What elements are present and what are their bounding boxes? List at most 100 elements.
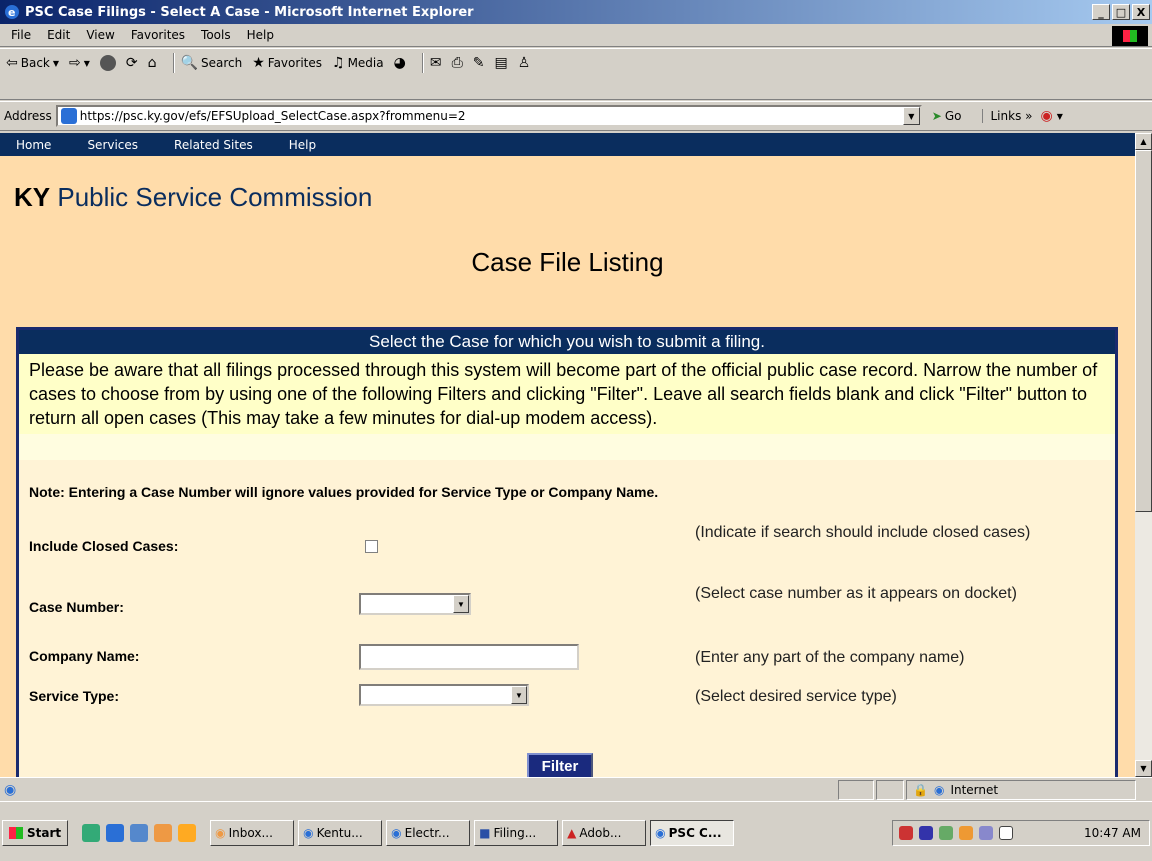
explorer-icon[interactable] bbox=[130, 824, 149, 842]
vertical-scrollbar[interactable]: ▲ ▼ bbox=[1135, 133, 1152, 777]
menu-tools[interactable]: Tools bbox=[194, 28, 240, 42]
windows-flag-icon bbox=[9, 827, 23, 839]
company-name-input[interactable] bbox=[359, 644, 579, 670]
scroll-up-button[interactable]: ▲ bbox=[1135, 133, 1152, 150]
zone-label: Internet bbox=[950, 783, 999, 797]
chevron-down-icon: ▼ bbox=[453, 595, 469, 613]
print-icon: ⎙ bbox=[451, 55, 463, 71]
system-tray: 10:47 AM bbox=[892, 820, 1150, 846]
forward-button[interactable]: ⇨ ▼ bbox=[69, 55, 90, 71]
scroll-down-button[interactable]: ▼ bbox=[1135, 760, 1152, 777]
include-closed-hint: (Indicate if search should include close… bbox=[695, 524, 1031, 541]
favorites-button[interactable]: ★ Favorites bbox=[252, 55, 322, 71]
task-filing[interactable]: ■ Filing... bbox=[474, 820, 559, 846]
window-title: PSC Case Filings - Select A Case - Micro… bbox=[25, 4, 474, 20]
edit-icon: ✎ bbox=[472, 55, 485, 71]
quick-launch bbox=[82, 824, 197, 842]
task-adobe[interactable]: ▲ Adob... bbox=[562, 820, 647, 846]
media-button[interactable]: ♫ Media bbox=[332, 55, 384, 71]
back-button[interactable]: ⇦ Back ▼ bbox=[6, 55, 59, 71]
stop-button[interactable] bbox=[99, 55, 116, 71]
desktop-icon[interactable] bbox=[82, 824, 101, 842]
outlook-icon[interactable] bbox=[154, 824, 173, 842]
browser-icon[interactable] bbox=[106, 824, 125, 842]
task-label: Electr... bbox=[404, 826, 450, 840]
page-icon bbox=[60, 108, 77, 124]
maximize-button[interactable]: □ bbox=[1112, 4, 1130, 20]
refresh-button[interactable]: ⟳ bbox=[126, 55, 138, 71]
search-label: Search bbox=[200, 56, 243, 70]
site-brand: KY Public Service Commission bbox=[14, 182, 1135, 213]
translate-icon[interactable]: ◉ bbox=[1040, 108, 1052, 124]
history-button[interactable]: ◕ bbox=[394, 55, 406, 71]
nav-related-sites[interactable]: Related Sites bbox=[174, 138, 253, 152]
service-type-hint: (Select desired service type) bbox=[695, 688, 897, 705]
task-label: Kentu... bbox=[316, 826, 363, 840]
page-title: Case File Listing bbox=[471, 247, 664, 277]
tray-mail-icon[interactable] bbox=[999, 826, 1013, 840]
favorites-icon: ★ bbox=[252, 55, 265, 71]
clock[interactable]: 10:47 AM bbox=[1084, 826, 1141, 840]
favorites-label: Favorites bbox=[267, 56, 322, 70]
task-label: Filing... bbox=[493, 826, 537, 840]
nav-home[interactable]: Home bbox=[16, 138, 51, 152]
brand-name: Public Service Commission bbox=[57, 182, 373, 212]
task-label: Inbox... bbox=[228, 826, 273, 840]
page-content: Home Services Related Sites Help KY Publ… bbox=[0, 133, 1135, 777]
tray-update-icon[interactable] bbox=[959, 826, 973, 840]
start-button[interactable]: Start bbox=[2, 820, 69, 846]
company-name-label: Company Name: bbox=[29, 648, 140, 664]
address-dropdown-button[interactable]: ▼ bbox=[902, 107, 920, 125]
task-inbox[interactable]: ◉ Inbox... bbox=[210, 820, 295, 846]
tray-app-icon[interactable] bbox=[899, 826, 913, 840]
menu-help[interactable]: Help bbox=[240, 28, 283, 42]
edit-button[interactable]: ✎ bbox=[473, 55, 485, 71]
search-button[interactable]: 🔍 Search bbox=[181, 55, 243, 71]
minimize-button[interactable]: _ bbox=[1092, 4, 1110, 20]
address-input[interactable]: https://psc.ky.gov/efs/EFSUpload_SelectC… bbox=[55, 105, 922, 127]
go-label: Go bbox=[944, 109, 962, 123]
task-label: Adob... bbox=[579, 826, 622, 840]
service-type-select[interactable]: ▼ bbox=[359, 684, 529, 706]
home-button[interactable]: ⌂ bbox=[148, 55, 157, 71]
tray-volume-icon[interactable] bbox=[979, 826, 993, 840]
tray-shield-icon[interactable] bbox=[919, 826, 933, 840]
task-psc[interactable]: ◉ PSC C... bbox=[650, 820, 735, 846]
task-electronic[interactable]: ◉ Electr... bbox=[386, 820, 471, 846]
nav-services[interactable]: Services bbox=[87, 138, 138, 152]
standard-toolbar: ⇦ Back ▼ ⇨ ▼ ⟳ ⌂ 🔍 Search ★ Favorites ♫ … bbox=[0, 48, 1152, 100]
lock-icon: 🔒 bbox=[913, 783, 928, 797]
include-closed-checkbox[interactable] bbox=[365, 540, 378, 553]
search-icon: ◉ bbox=[391, 826, 402, 840]
case-number-select[interactable]: ▼ bbox=[359, 593, 471, 615]
media-player-icon[interactable] bbox=[178, 824, 197, 842]
panel-header: Select the Case for which you wish to su… bbox=[19, 330, 1115, 354]
status-bar: ◉ 🔒 ◉ Internet bbox=[0, 777, 1152, 801]
nav-help[interactable]: Help bbox=[289, 138, 316, 152]
messenger-icon: ♙ bbox=[517, 55, 531, 71]
menu-favorites[interactable]: Favorites bbox=[124, 28, 194, 42]
mail-button[interactable]: ✉ bbox=[430, 55, 442, 71]
svg-text:e: e bbox=[8, 6, 15, 19]
tray-network-icon[interactable] bbox=[939, 826, 953, 840]
browser-icon: ◉ bbox=[655, 826, 666, 840]
task-kentucky[interactable]: ◉ Kentu... bbox=[298, 820, 383, 846]
discuss-button[interactable]: ▤ bbox=[495, 55, 508, 71]
company-name-hint: (Enter any part of the company name) bbox=[695, 649, 965, 666]
filter-button[interactable]: Filter bbox=[527, 753, 593, 777]
links-button[interactable]: Links » bbox=[981, 109, 1032, 123]
chevron-down-icon: ▼ bbox=[511, 686, 527, 704]
go-button[interactable]: ➤ Go bbox=[932, 109, 962, 123]
menu-edit[interactable]: Edit bbox=[40, 28, 79, 42]
notice-text: Please be aware that all filings process… bbox=[19, 354, 1115, 434]
menu-view[interactable]: View bbox=[79, 28, 123, 42]
print-button[interactable]: ⎙ bbox=[452, 55, 463, 71]
address-url: https://psc.ky.gov/efs/EFSUpload_SelectC… bbox=[79, 109, 466, 123]
scroll-thumb[interactable] bbox=[1135, 150, 1152, 512]
taskbar: Start ◉ Inbox... ◉ Kentu... ◉ Electr... ■ Fi… bbox=[0, 801, 1152, 861]
include-closed-label: Include Closed Cases: bbox=[29, 538, 179, 554]
menu-file[interactable]: File bbox=[4, 28, 40, 42]
close-button[interactable]: X bbox=[1132, 4, 1150, 20]
messenger-button[interactable]: ♙ bbox=[518, 55, 531, 71]
links-label: Links bbox=[990, 109, 1022, 123]
